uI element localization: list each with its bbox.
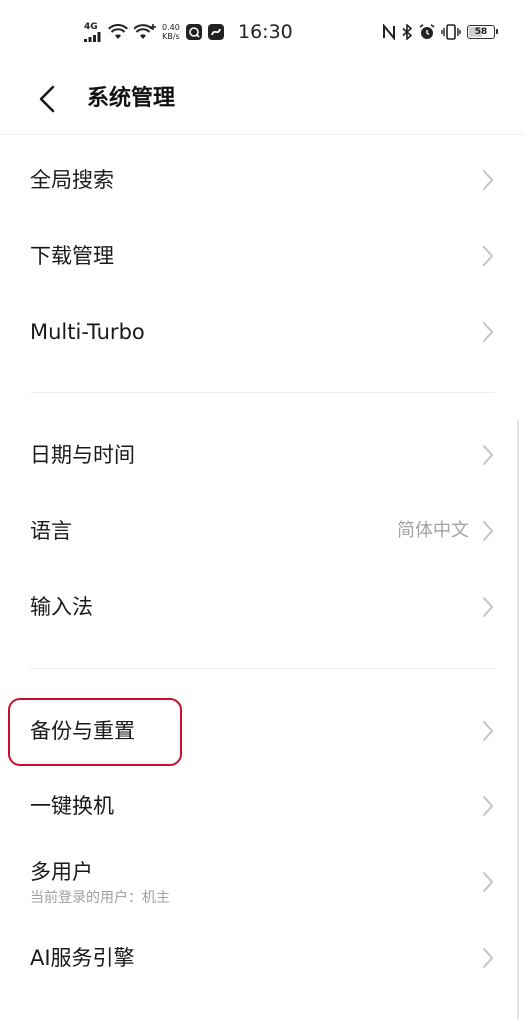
list-item-label: AI服务引擎 (30, 946, 135, 970)
alarm-icon (419, 24, 435, 40)
status-bar: 4G 0.40 KB/s 16:30 58 (0, 0, 525, 64)
list-item-label: 日期与时间 (30, 443, 135, 467)
list-item-ai-service-engine[interactable]: AI服务引擎 (0, 922, 525, 998)
app-notification-icon (185, 24, 202, 40)
chevron-left-icon (39, 85, 55, 113)
list-item-label: 语言 (30, 519, 72, 543)
speed-value: 0.40 (162, 23, 180, 32)
list-item-sublabel: 当前登录的用户：机主 (30, 890, 170, 906)
chevron-right-icon (483, 170, 494, 190)
list-item-label: 备份与重置 (30, 719, 135, 743)
chevron-right-icon (483, 721, 494, 741)
chevron-right-icon (483, 445, 494, 465)
speed-icon: 0.40 KB/s (162, 23, 180, 41)
list-item-backup-reset[interactable]: 备份与重置 (0, 694, 525, 770)
page-title: 系统管理 (87, 86, 176, 111)
status-bar-right: 58 (383, 18, 498, 46)
chevron-right-icon (483, 948, 494, 968)
battery-percent: 58 (474, 27, 488, 37)
header: 系统管理 (0, 64, 525, 135)
list-item-label: 多用户 (30, 860, 93, 884)
list-item-download-manager[interactable]: 下载管理 (0, 218, 525, 294)
list-item-label: 下载管理 (30, 244, 114, 268)
list-item-label: 全局搜索 (30, 168, 114, 192)
list-item-input-method[interactable]: 输入法 (0, 570, 525, 646)
bluetooth-icon (401, 24, 413, 40)
status-time: 16:30 (238, 21, 293, 43)
list-item-label: 一键换机 (30, 794, 114, 818)
list-item-global-search[interactable]: 全局搜索 (0, 142, 525, 218)
battery-icon: 58 (467, 25, 498, 39)
chevron-right-icon (483, 597, 494, 617)
network-type: 4G (84, 21, 98, 32)
nfc-icon (383, 24, 395, 40)
list-item-multi-turbo[interactable]: Multi-Turbo (0, 294, 525, 370)
section-divider (30, 392, 495, 393)
app-notification-icon-2 (207, 24, 224, 40)
vibrate-icon (441, 24, 461, 40)
system-management-screen: 4G 0.40 KB/s 16:30 58 系统管理 全局搜索 下载管理 Mul… (0, 0, 525, 1020)
back-button[interactable] (30, 82, 64, 116)
list-item-label: Multi-Turbo (30, 320, 145, 344)
chevron-right-icon (483, 246, 494, 266)
status-bar-left: 4G 0.40 KB/s (84, 18, 224, 46)
chevron-right-icon (483, 796, 494, 816)
list-item-label: 输入法 (30, 595, 93, 619)
list-item-language[interactable]: 语言 简体中文 (0, 494, 525, 570)
chevron-right-icon (483, 521, 494, 541)
wifi-plus-icon (134, 24, 156, 40)
speed-unit: KB/s (162, 32, 180, 41)
language-value: 简体中文 (397, 520, 469, 541)
section-divider (30, 668, 495, 669)
chevron-right-icon (483, 872, 494, 892)
chevron-right-icon (483, 322, 494, 342)
list-item-multi-user[interactable]: 多用户 当前登录的用户：机主 (0, 846, 525, 922)
signal-icon: 4G (84, 21, 102, 42)
wifi-icon (108, 24, 128, 40)
list-item-phone-clone[interactable]: 一键换机 (0, 770, 525, 846)
list-item-date-time[interactable]: 日期与时间 (0, 418, 525, 494)
scrollbar[interactable] (517, 420, 519, 1020)
